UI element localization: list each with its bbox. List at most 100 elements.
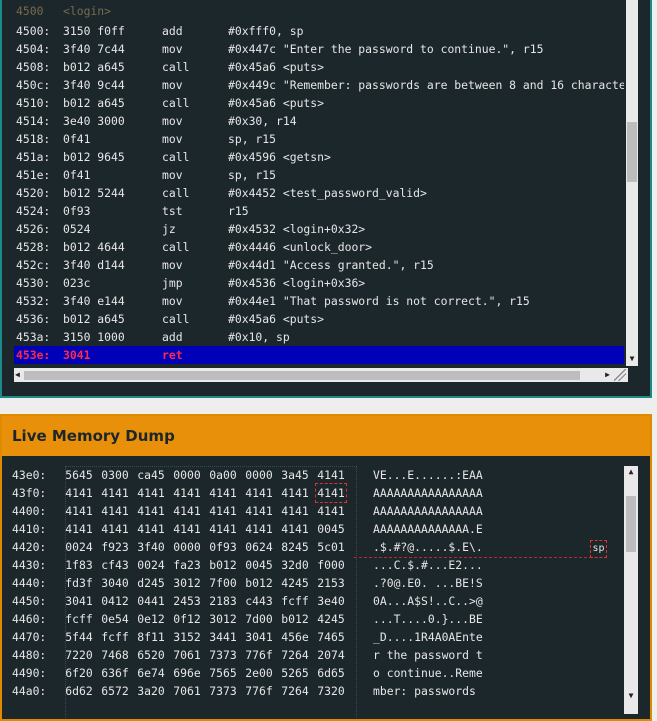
memory-word[interactable]: 776f [244,646,274,664]
memory-word[interactable]: 4141 [64,502,94,520]
instruction-line[interactable]: 451e: 0f41 mov sp, r15 [14,166,624,184]
instruction-line[interactable]: 4530: 023c jmp #0x4536 <login+0x36> [14,274,624,292]
memory-word[interactable]: 3041 [244,628,274,646]
disassembly-hscroll-thumb[interactable] [24,371,580,380]
memory-word[interactable]: 3a45 [280,466,310,484]
memory-word[interactable]: b012 [208,556,238,574]
memory-word[interactable]: 4141 [208,520,238,538]
memory-word[interactable]: 0f12 [172,610,202,628]
memory-word[interactable]: 5265 [280,664,310,682]
scroll-down-arrow-icon[interactable]: ▼ [624,691,638,700]
memory-word[interactable]: 2453 [172,592,202,610]
memory-word[interactable]: 4141 [280,502,310,520]
memory-word[interactable]: 4141 [100,484,130,502]
memory-word[interactable]: 0000 [172,538,202,556]
instruction-line[interactable]: 4526: 0524 jz #0x4532 <login+0x32> [14,220,624,238]
memory-word[interactable]: 0441 [136,592,166,610]
memory-word[interactable]: 0000 [172,466,202,484]
memory-word[interactable]: 7264 [280,682,310,700]
memory-word[interactable]: 1f83 [64,556,94,574]
memory-word[interactable]: cf43 [100,556,130,574]
memory-word[interactable]: 4141 [136,502,166,520]
memory-word[interactable]: 456e [280,628,310,646]
memory-word[interactable]: 4141 [280,484,310,502]
memory-word[interactable]: 7220 [64,646,94,664]
memory-word[interactable]: 0a00 [208,466,238,484]
memory-word[interactable]: 4141 [316,502,346,520]
memory-word[interactable]: 3012 [172,574,202,592]
memory-word[interactable]: 5645 [64,466,94,484]
memory-word[interactable]: 8245 [280,538,310,556]
instruction-line[interactable]: 4504: 3f40 7c44 mov #0x447c "Enter the pass… [14,40,624,58]
memory-word[interactable]: 0f93 [208,538,238,556]
memory-word[interactable]: f000 [316,556,346,574]
memory-word[interactable]: fcff [100,628,130,646]
instruction-line[interactable]: 450c: 3f40 9c44 mov #0x449c "Remember: pass… [14,76,624,94]
memory-word[interactable]: 6d65 [316,664,346,682]
memory-word[interactable]: 7d00 [244,610,274,628]
stack-pointer-memory-word[interactable]: 4141 [315,483,347,503]
memory-word[interactable]: 2153 [316,574,346,592]
memory-vertical-scrollbar[interactable]: ▲ ▼ [624,466,638,714]
memory-word[interactable]: 3152 [172,628,202,646]
memory-dump-listing[interactable]: 43e0: 5645 0300 ca45 0000 0a00 0000 3a45 4141 VE.… [10,466,622,718]
memory-word[interactable]: 6572 [100,682,130,700]
memory-word[interactable]: 4245 [316,610,346,628]
memory-word[interactable]: 32d0 [280,556,310,574]
memory-word[interactable]: 0024 [136,556,166,574]
instruction-line[interactable]: 4508: b012 a645 call #0x45a6 <puts> [14,58,624,76]
memory-word[interactable]: 0045 [316,520,346,538]
instruction-line[interactable]: 4520: b012 5244 call #0x4452 <test_password… [14,184,624,202]
memory-word[interactable]: 7061 [172,646,202,664]
instruction-line[interactable]: 4532: 3f40 e144 mov #0x44e1 "That password … [14,292,624,310]
instruction-line[interactable]: 451a: b012 9645 call #0x4596 <getsn> [14,148,624,166]
memory-word[interactable]: 0300 [100,466,130,484]
memory-word[interactable]: 4141 [100,520,130,538]
memory-word[interactable]: 636f [100,664,130,682]
disassembly-listing[interactable]: 4500 <login> 4500: 3150 f0ff add #0xfff0, s… [14,2,624,364]
memory-word[interactable]: 4141 [172,484,202,502]
memory-word[interactable]: 6f20 [64,664,94,682]
memory-word[interactable]: 5f44 [64,628,94,646]
memory-word[interactable]: 3040 [100,574,130,592]
instruction-line[interactable]: 4536: b012 a645 call #0x45a6 <puts> [14,310,624,328]
memory-word[interactable]: 3041 [64,592,94,610]
memory-word[interactable]: 4141 [100,502,130,520]
memory-word[interactable]: 0045 [244,556,274,574]
memory-word[interactable]: d245 [136,574,166,592]
memory-word[interactable]: 4141 [244,484,274,502]
memory-word[interactable]: 0024 [64,538,94,556]
instruction-line[interactable]: 4524: 0f93 tst r15 [14,202,624,220]
current-instruction-line[interactable]: 453e: 3041 ret [14,346,624,364]
memory-word[interactable]: 7061 [172,682,202,700]
memory-word[interactable]: 4141 [208,502,238,520]
resize-grip-icon[interactable] [614,369,626,381]
scroll-up-arrow-icon[interactable]: ▲ [624,467,638,476]
memory-word[interactable]: 3f40 [136,538,166,556]
memory-word[interactable]: f923 [100,538,130,556]
memory-word[interactable]: 4141 [280,520,310,538]
scroll-right-arrow-icon[interactable]: ▶ [605,370,610,379]
memory-word[interactable]: 2e00 [244,664,274,682]
memory-word[interactable]: 2074 [316,646,346,664]
instruction-line[interactable]: 4518: 0f41 mov sp, r15 [14,130,624,148]
memory-word[interactable]: 4141 [172,502,202,520]
memory-vscroll-thumb[interactable] [626,496,636,552]
instruction-line[interactable]: 4500: 3150 f0ff add #0xfff0, sp [14,22,624,40]
memory-word[interactable]: 4141 [172,520,202,538]
memory-word[interactable]: fd3f [64,574,94,592]
instruction-line[interactable]: 4528: b012 4644 call #0x4446 <unlock_door> [14,238,624,256]
memory-word[interactable]: b012 [244,574,274,592]
memory-word[interactable]: 0000 [244,466,274,484]
memory-word[interactable]: 4245 [280,574,310,592]
memory-word[interactable]: 776f [244,682,274,700]
memory-word[interactable]: 3441 [208,628,238,646]
memory-word[interactable]: 8f11 [136,628,166,646]
memory-word[interactable]: 6520 [136,646,166,664]
memory-word[interactable]: fa23 [172,556,202,574]
instruction-line[interactable]: 4514: 3e40 3000 mov #0x30, r14 [14,112,624,130]
memory-word[interactable]: fcff [64,610,94,628]
memory-word[interactable]: 0e12 [136,610,166,628]
instruction-line[interactable]: 4510: b012 a645 call #0x45a6 <puts> [14,94,624,112]
instruction-line[interactable]: 452c: 3f40 d144 mov #0x44d1 "Access granted… [14,256,624,274]
